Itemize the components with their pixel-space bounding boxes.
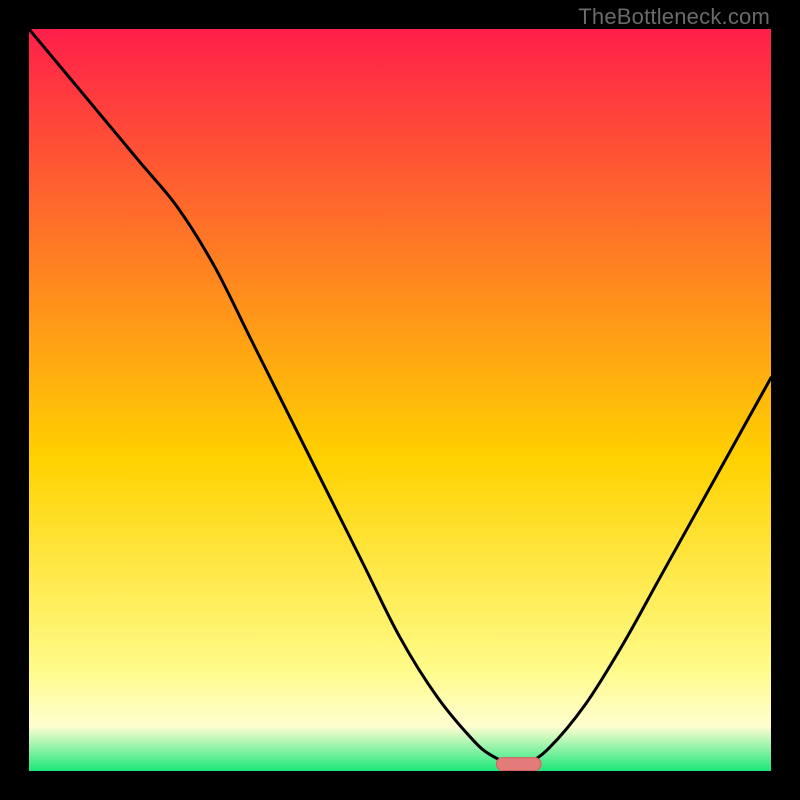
bottleneck-chart [29, 29, 771, 771]
gradient-background [29, 29, 771, 771]
chart-frame: TheBottleneck.com [0, 0, 800, 800]
optimal-marker [496, 758, 541, 771]
watermark-text: TheBottleneck.com [578, 4, 770, 30]
